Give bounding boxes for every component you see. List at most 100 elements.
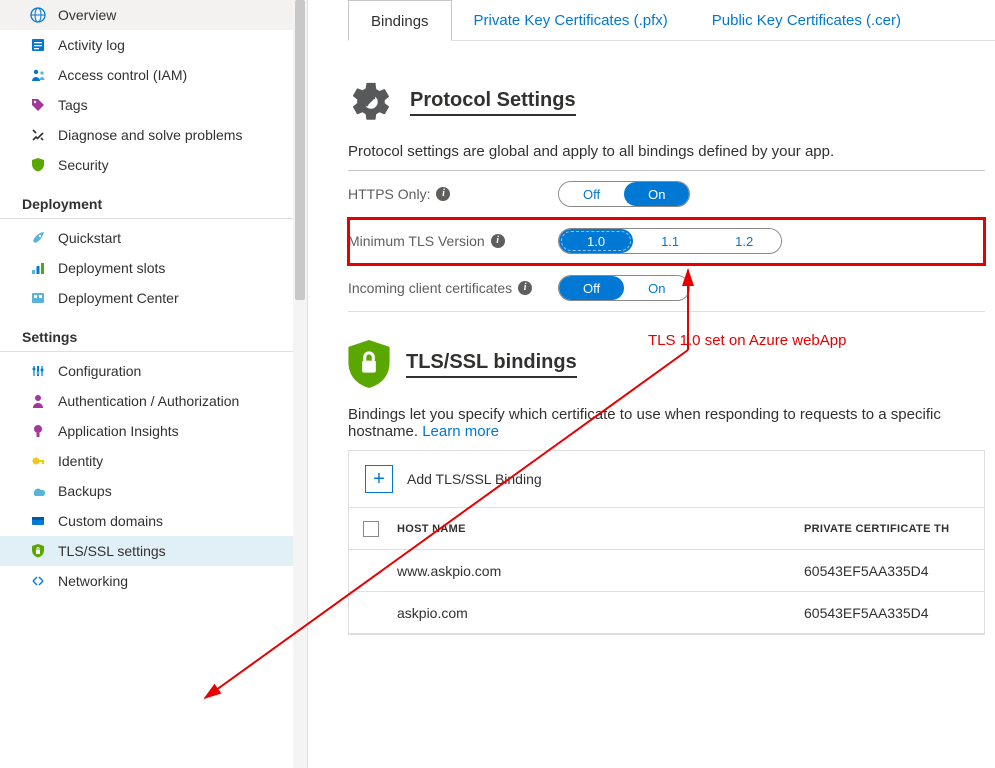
- tab-public-key-certificates-cer-[interactable]: Public Key Certificates (.cer): [690, 0, 923, 40]
- sidebar-item-label: Diagnose and solve problems: [58, 127, 242, 143]
- sidebar-item-diagnose-and-solve-problems[interactable]: Diagnose and solve problems: [0, 120, 307, 150]
- sidebar-item-label: Deployment Center: [58, 290, 179, 306]
- sidebar-scrollbar[interactable]: [293, 0, 307, 768]
- sidebar-item-overview[interactable]: Overview: [0, 0, 307, 30]
- networking-icon: [30, 573, 46, 589]
- main-panel: BindingsPrivate Key Certificates (.pfx)P…: [308, 0, 995, 768]
- column-thumbprint[interactable]: PRIVATE CERTIFICATE TH: [804, 523, 984, 535]
- tab-strip: BindingsPrivate Key Certificates (.pfx)P…: [348, 0, 995, 41]
- security-icon: [30, 157, 46, 173]
- toggle-min_tls: 1.01.11.2: [558, 228, 782, 254]
- bindings-description: Bindings let you specify which certifica…: [348, 400, 985, 450]
- add-binding-button[interactable]: +: [365, 465, 393, 493]
- sidebar-item-custom-domains[interactable]: Custom domains: [0, 506, 307, 536]
- quickstart-icon: [30, 230, 46, 246]
- sidebar-group-deployment: Deployment: [0, 186, 307, 219]
- toggle-client_certs: OffOn: [558, 275, 690, 301]
- shield-lock-icon: [348, 340, 390, 388]
- setting-https_only: HTTPS Only: iOffOn: [348, 171, 985, 218]
- option-min_tls-1-2[interactable]: 1.2: [707, 229, 781, 253]
- sidebar-item-networking[interactable]: Networking: [0, 566, 307, 596]
- sidebar-item-label: Custom domains: [58, 513, 163, 529]
- tab-bindings[interactable]: Bindings: [348, 0, 452, 41]
- protocol-section-header: Protocol Settings: [348, 79, 995, 125]
- sidebar-group-settings: Settings: [0, 319, 307, 352]
- column-host[interactable]: HOST NAME: [393, 523, 804, 535]
- option-https_only-Off[interactable]: Off: [559, 182, 624, 206]
- deployment-center-icon: [30, 290, 46, 306]
- sidebar-item-label: Tags: [58, 97, 88, 113]
- sidebar-item-authentication-authorization[interactable]: Authentication / Authorization: [0, 386, 307, 416]
- sidebar: Overview Activity log Access control (IAM)…: [0, 0, 308, 768]
- sidebar-item-security[interactable]: Security: [0, 150, 307, 180]
- tab-private-key-certificates-pfx-[interactable]: Private Key Certificates (.pfx): [452, 0, 690, 40]
- sidebar-item-label: Access control (IAM): [58, 67, 187, 83]
- add-binding-label: Add TLS/SSL Binding: [407, 471, 542, 487]
- slots-icon: [30, 260, 46, 276]
- configuration-icon: [30, 363, 46, 379]
- sidebar-item-tags[interactable]: Tags: [0, 90, 307, 120]
- protocol-description: Protocol settings are global and apply t…: [348, 137, 985, 171]
- gear-icon: [348, 79, 394, 125]
- sidebar-item-backups[interactable]: Backups: [0, 476, 307, 506]
- setting-label-client_certs: Incoming client certificates i: [348, 280, 558, 296]
- sidebar-item-label: Networking: [58, 573, 128, 589]
- sidebar-item-deployment-slots[interactable]: Deployment slots: [0, 253, 307, 283]
- bindings-table: HOST NAME PRIVATE CERTIFICATE TH www.ask…: [348, 507, 985, 635]
- sidebar-item-tls-ssl-settings[interactable]: TLS/SSL settings: [0, 536, 307, 566]
- protocol-section-title: Protocol Settings: [410, 89, 576, 116]
- sidebar-item-activity-log[interactable]: Activity log: [0, 30, 307, 60]
- sidebar-item-application-insights[interactable]: Application Insights: [0, 416, 307, 446]
- sidebar-item-label: Configuration: [58, 363, 141, 379]
- scrollbar-thumb[interactable]: [295, 0, 305, 300]
- info-icon[interactable]: i: [518, 281, 532, 295]
- toggle-https_only: OffOn: [558, 181, 690, 207]
- add-binding-row: + Add TLS/SSL Binding: [348, 450, 985, 507]
- diagnose-icon: [30, 127, 46, 143]
- info-icon[interactable]: i: [491, 234, 505, 248]
- option-client_certs-Off[interactable]: Off: [559, 276, 624, 300]
- setting-client_certs: Incoming client certificates iOffOn: [348, 265, 985, 312]
- sidebar-item-label: Security: [58, 157, 109, 173]
- sidebar-item-label: Overview: [58, 7, 116, 23]
- insights-icon: [30, 423, 46, 439]
- option-min_tls-1-0[interactable]: 1.0: [559, 229, 633, 253]
- sidebar-item-deployment-center[interactable]: Deployment Center: [0, 283, 307, 313]
- option-client_certs-On[interactable]: On: [624, 276, 689, 300]
- access-control-icon: [30, 67, 46, 83]
- sidebar-item-label: Activity log: [58, 37, 125, 53]
- sidebar-item-label: Authentication / Authorization: [58, 393, 239, 409]
- setting-min_tls: Minimum TLS Version i1.01.11.2: [348, 218, 985, 265]
- annotation-label: TLS 1.0 set on Azure webApp: [648, 332, 846, 349]
- backups-icon: [30, 483, 46, 499]
- sidebar-item-configuration[interactable]: Configuration: [0, 356, 307, 386]
- auth-icon: [30, 393, 46, 409]
- info-icon[interactable]: i: [436, 187, 450, 201]
- select-all-checkbox[interactable]: [363, 521, 379, 537]
- identity-icon: [30, 453, 46, 469]
- setting-label-min_tls: Minimum TLS Version i: [348, 233, 558, 249]
- cell-thumbprint: 60543EF5AA335D4: [804, 563, 984, 579]
- sidebar-item-access-control-iam-[interactable]: Access control (IAM): [0, 60, 307, 90]
- tag-icon: [30, 97, 46, 113]
- learn-more-link[interactable]: Learn more: [422, 423, 499, 440]
- option-min_tls-1-1[interactable]: 1.1: [633, 229, 707, 253]
- table-row[interactable]: askpio.com60543EF5AA335D4: [349, 592, 984, 634]
- bindings-section-title: TLS/SSL bindings: [406, 351, 577, 378]
- globe-icon: [30, 7, 46, 23]
- activity-log-icon: [30, 37, 46, 53]
- sidebar-item-quickstart[interactable]: Quickstart: [0, 223, 307, 253]
- sidebar-item-label: Identity: [58, 453, 103, 469]
- cell-thumbprint: 60543EF5AA335D4: [804, 605, 984, 621]
- table-row[interactable]: www.askpio.com60543EF5AA335D4: [349, 550, 984, 592]
- tlsssl-icon: [30, 543, 46, 559]
- sidebar-item-label: Backups: [58, 483, 112, 499]
- sidebar-item-label: Quickstart: [58, 230, 121, 246]
- sidebar-item-label: TLS/SSL settings: [58, 543, 166, 559]
- option-https_only-On[interactable]: On: [624, 182, 689, 206]
- sidebar-item-identity[interactable]: Identity: [0, 446, 307, 476]
- sidebar-item-label: Deployment slots: [58, 260, 165, 276]
- cell-host: www.askpio.com: [393, 563, 804, 579]
- sidebar-item-label: Application Insights: [58, 423, 179, 439]
- domains-icon: [30, 513, 46, 529]
